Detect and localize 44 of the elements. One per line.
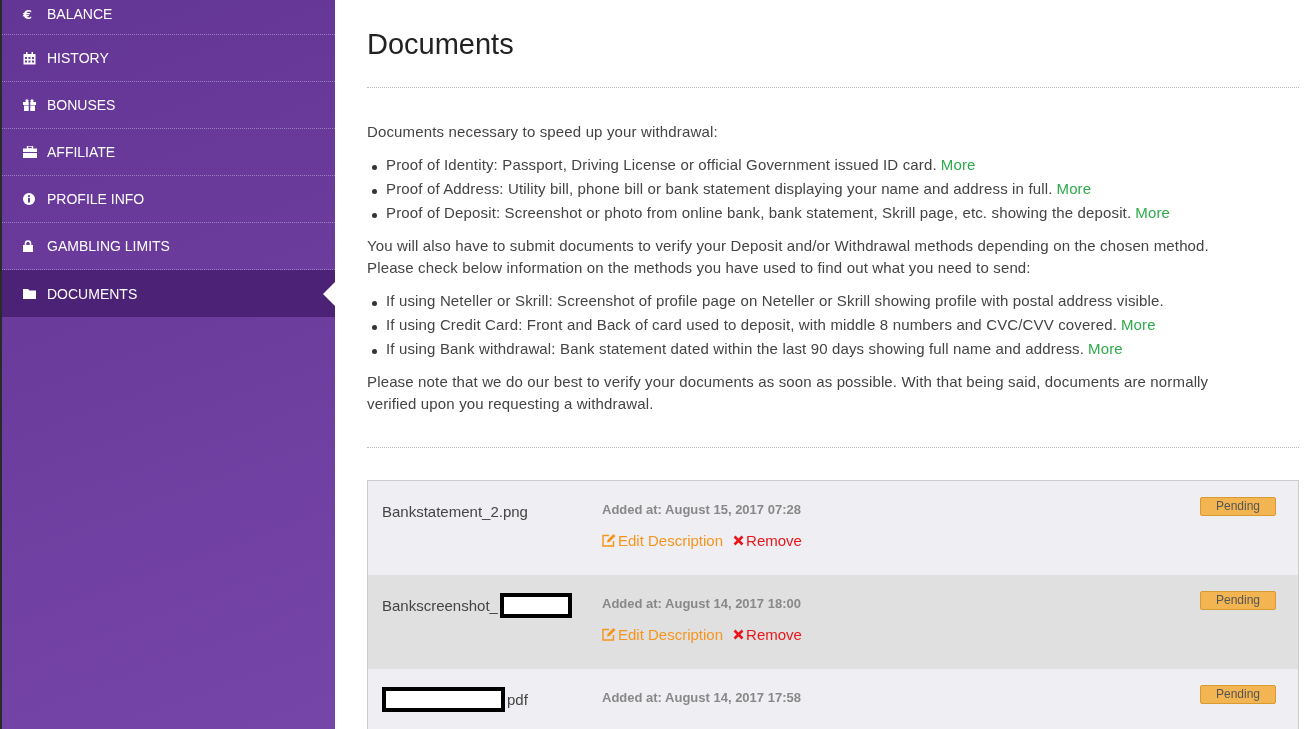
- added-date: Added at: August 15, 2017 07:28: [602, 502, 802, 517]
- more-link[interactable]: More: [1088, 340, 1123, 357]
- page-title: Documents: [367, 28, 515, 61]
- more-link[interactable]: More: [940, 156, 976, 173]
- gift-icon: [23, 99, 36, 111]
- paragraph: Please note that we do our best to verify your documents as soon as possible. With that being said, documents are normally verified upon you requesting a withdrawal.: [367, 372, 1210, 414]
- remove-link[interactable]: Remove: [733, 626, 802, 643]
- list-item-text: If using Credit Card: Front and Back of card used to deposit, with middle 8 numbers and CVC/CVV covered. More: [386, 315, 1156, 335]
- list-item-text: If using Neteller or Skrill: Screenshot of profile page on Neteller or Skrill showing profile with postal address visible.: [386, 291, 1164, 311]
- more-link[interactable]: More: [1120, 316, 1156, 333]
- status-badge: Pending: [1199, 497, 1276, 516]
- added-date: Added at: August 14, 2017 18:00: [602, 596, 802, 611]
- sidebar-item[interactable]: AFFILIATE: [2, 129, 335, 176]
- info-icon: [23, 193, 35, 205]
- euro-icon: €: [23, 6, 33, 22]
- sidebar-item[interactable]: BONUSES: [2, 82, 335, 129]
- file-name: pdf: [507, 690, 528, 708]
- folder-icon: [23, 288, 36, 299]
- sidebar-item[interactable]: PROFILE INFO: [2, 176, 335, 223]
- list-item-text: Proof of Identity: Passport, Driving License or official Government issued ID card. More: [386, 155, 976, 175]
- paragraph: Documents necessary to speed up your withdrawal:: [367, 122, 719, 142]
- status-badge: Pending: [1199, 591, 1276, 610]
- sidebar-item[interactable]: € BALANCE: [2, 0, 335, 35]
- file-name: Bankscreenshot_: [382, 596, 498, 614]
- paragraph: You will also have to submit documents to verify your Deposit and/or Withdrawal methods depending on the chosen method. Please check below information on the methods you have used to find out what you need to send:: [367, 236, 1210, 278]
- remove-icon: [733, 629, 745, 640]
- list-item-text: Proof of Deposit: Screenshot or photo from online bank, bank statement, Skrill page, etc. showing the deposit. More: [386, 203, 1171, 223]
- edit-icon: [602, 628, 616, 641]
- remove-link[interactable]: Remove: [733, 532, 802, 549]
- remove-icon: [733, 535, 745, 546]
- sidebar-item[interactable]: DOCUMENTS: [2, 270, 335, 317]
- added-date: Added at: August 14, 2017 17:58: [602, 690, 802, 705]
- status-badge: Pending: [1199, 685, 1276, 704]
- more-link[interactable]: More: [1056, 180, 1092, 197]
- file-name: Bankstatement_2.png: [382, 502, 528, 520]
- calendar-icon: [23, 51, 36, 65]
- more-link[interactable]: More: [1135, 204, 1171, 221]
- edit-icon: [602, 534, 616, 547]
- list-item-text: If using Bank withdrawal: Bank statement dated within the last 90 days showing full name and address. More: [386, 339, 1123, 359]
- list-item-text: Proof of Address: Utility bill, phone bill or bank statement displaying your name and address in full. More: [386, 179, 1092, 199]
- sidebar-item[interactable]: HISTORY: [2, 35, 335, 82]
- selection-pointer: [323, 281, 335, 306]
- briefcase-icon: [23, 146, 37, 158]
- lock-icon: [23, 240, 33, 252]
